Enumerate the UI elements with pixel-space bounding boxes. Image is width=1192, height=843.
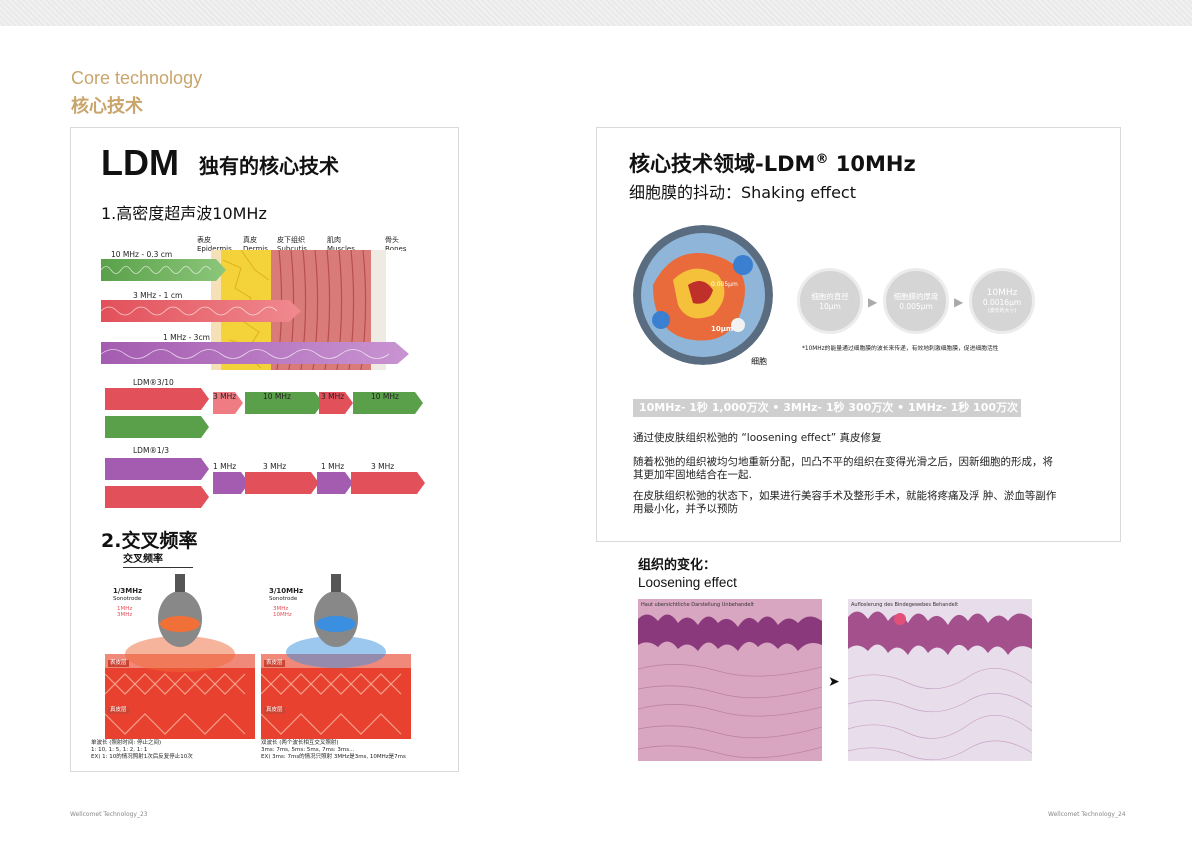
combo1-part-3: 3 MHz bbox=[321, 392, 345, 401]
energy-note: *10MHz的能量通过细胞膜的波长来传递，有效地刺激细胞膜，促进细胞活性 bbox=[802, 346, 999, 352]
histology-before-image: Haut ubersichtliche Darstellung Unbehand… bbox=[638, 599, 822, 761]
cross-caption-2c: EX) 3ms: 7ms的情况只照射 3MHz是3ms, 10MHz是7ms bbox=[261, 754, 406, 760]
cross-caption-1c: EX) 1: 10的情况照射1次后反复停止10次 bbox=[91, 754, 193, 760]
chevron-right-icon: ▶ bbox=[954, 295, 964, 309]
ldm-title: LDM bbox=[101, 142, 179, 183]
combo2-part-3: 1 MHz bbox=[321, 462, 345, 471]
combo-label-ldm310: LDM®3/10 bbox=[133, 378, 174, 387]
paragraph-2: 随着松弛的组织被均匀地重新分配，凹凸不平的组织在变得光滑之后，因新细胞的形成，将… bbox=[633, 456, 1053, 481]
combo2-part-4: 3 MHz bbox=[371, 462, 395, 471]
shaking-effect-panel: 核心技术领域-LDM® 10MHz 细胞膜的抖动：Shaking effect … bbox=[596, 127, 1121, 542]
footer-right: Wellcomet Technology_24 bbox=[1048, 811, 1126, 818]
section-title-en: Core technology bbox=[71, 68, 203, 88]
ldm-subtitle: 独有的核心技术 bbox=[199, 154, 339, 178]
paragraph-1: 通过使皮肤组织松弛的 “loosening effect” 真皮修复 bbox=[633, 432, 882, 444]
tissue-change-title: 组织的变化： bbox=[638, 558, 717, 573]
combo2-part-1: 1 MHz bbox=[213, 462, 237, 471]
section-1-heading: 1.高密度超声波10MHz bbox=[101, 204, 267, 223]
frequency-bar: 10MHz- 1秒 1,000万次 • 3MHz- 1秒 300万次 • 1MH… bbox=[633, 399, 1021, 417]
wave-3mhz bbox=[101, 300, 301, 322]
paragraph-3: 在皮肤组织松弛的状态下，如果进行美容手术及整形手术，就能将疼痛及浮 肿、淤血等副… bbox=[633, 490, 1057, 515]
cross-frequency-image-2: 3/10MHz Sonotrode 3MHz 10MHz 表皮层 真皮层 bbox=[261, 574, 411, 739]
ldm-panel: LDM 独有的核心技术 1.高密度超声波10MHz 表皮 Epidermis 真皮… bbox=[70, 127, 459, 772]
right-subtitle: 细胞膜的抖动：Shaking effect bbox=[629, 183, 856, 202]
footer-left: Wellcomet Technology_23 bbox=[70, 811, 148, 818]
combo1-part-2: 10 MHz bbox=[263, 392, 291, 401]
wave-10mhz bbox=[101, 259, 226, 281]
cell-membrane-image: 0.005μm 10μm bbox=[633, 225, 773, 365]
combo2-part-2: 3 MHz bbox=[263, 462, 287, 471]
wave-label-3mhz: 3 MHz - 1 cm bbox=[133, 291, 183, 300]
bubble-wavelength: 10MHz 0.0016μm (波长的大小) bbox=[969, 268, 1035, 334]
section-title-cn: 核心技术 bbox=[71, 96, 143, 117]
cell-label: 细胞 bbox=[751, 357, 767, 366]
chevron-right-icon: ▶ bbox=[868, 295, 878, 309]
bubble-membrane-thickness: 细胞膜的厚度 0.005μm bbox=[883, 268, 949, 334]
section-2-subheading: 交叉频率 bbox=[123, 550, 193, 568]
right-title: 核心技术领域-LDM® 10MHz bbox=[629, 152, 916, 176]
arrow-right-icon: ➤ bbox=[828, 674, 840, 690]
tissue-change-subtitle: Loosening effect bbox=[638, 575, 737, 590]
histology-after-image: Aufloslerung des Bindegewebes Behandelt bbox=[848, 599, 1032, 761]
wave-1mhz bbox=[101, 342, 409, 364]
cross-frequency-image-1: 1/3MHz Sonotrode 1MHz 3MHz 表皮层 真皮层 bbox=[105, 574, 255, 739]
combo1-part-4: 10 MHz bbox=[371, 392, 399, 401]
bubble-cell-diameter: 细胞的直径 10μm bbox=[797, 268, 863, 334]
wave-label-10mhz: 10 MHz - 0.3 cm bbox=[111, 250, 173, 259]
wave-label-1mhz: 1 MHz - 3cm bbox=[163, 333, 210, 342]
cross-caption-2a: 双波长 (两个波长相互交叉照射) bbox=[261, 740, 339, 746]
combo-label-ldm13: LDM®1/3 bbox=[133, 446, 169, 455]
top-pattern-bar bbox=[0, 0, 1192, 26]
cross-caption-2b: 3ms: 7ms, 5ms: 5ms, 7ms: 3ms... bbox=[261, 747, 355, 753]
combo1-part-1: 3 MHz bbox=[213, 392, 237, 401]
cross-caption-1b: 1: 10, 1: 5, 1: 2, 1: 1 bbox=[91, 747, 148, 753]
section-2-heading: 2.交叉频率 bbox=[101, 530, 198, 552]
cross-caption-1a: 单波长 (照射时间: 停止之间) bbox=[91, 740, 162, 746]
